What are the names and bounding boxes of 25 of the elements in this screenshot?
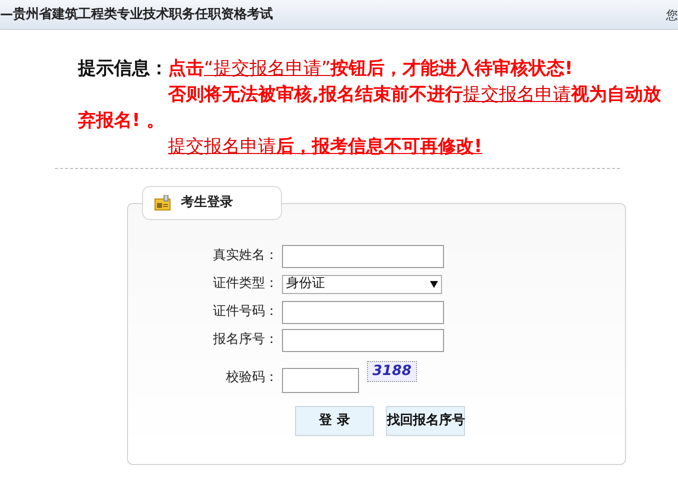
input-field[interactable] (282, 300, 444, 324)
user-text: 您 (666, 6, 678, 24)
dropdown[interactable]: 身份证 (282, 274, 442, 294)
submit-link[interactable]: 提交报名申请 (168, 136, 276, 157)
field-label: 报名序号： (212, 331, 279, 350)
input-field[interactable] (282, 244, 444, 268)
captcha-image[interactable]: 3188 (367, 360, 417, 382)
field-label: 校验码： (225, 369, 279, 388)
field-label: 真实姓名： (212, 247, 279, 266)
recover-button[interactable]: 找回报名序号 (386, 406, 465, 436)
submit-link[interactable]: 提交报名申请 (462, 84, 571, 105)
notice-text: 提交报名申请后，报考信息不可再修改! (168, 136, 482, 157)
field-label: 证件号码： (212, 303, 279, 322)
notice-text: 否则将无法被审核,报名结束前不进行提交报名申请视为自动放弃报名! 。 (78, 84, 661, 131)
notice-text: 点击“提交报名申请”按钮后，才能进入待审核状态! (168, 58, 573, 79)
submit-link[interactable]: “提交报名申请” (204, 58, 331, 79)
notice-heading: 提示信息： (78, 58, 168, 79)
input-field[interactable] (282, 328, 444, 352)
page-title: —贵州省建筑工程类专业技术职务任职资格考试 (0, 6, 273, 24)
field-label: 证件类型： (212, 275, 279, 294)
tab-title: 考生登录 (181, 194, 233, 212)
login-button[interactable]: 登 录 (295, 406, 374, 436)
dropdown-arrow-icon (430, 280, 438, 288)
input-field[interactable] (282, 368, 359, 392)
id-card-icon (154, 195, 171, 211)
